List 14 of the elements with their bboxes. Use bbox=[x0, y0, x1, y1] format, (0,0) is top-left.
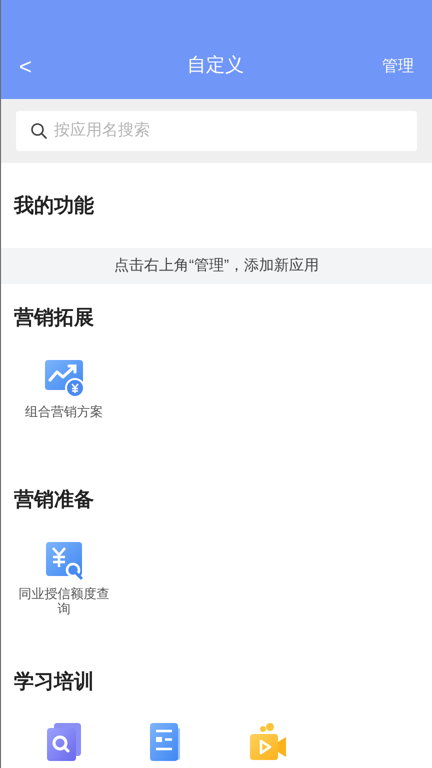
app-label[interactable]: 组合营销方案 bbox=[15, 404, 113, 419]
document-search-icon[interactable] bbox=[44, 722, 84, 762]
video-camera-icon[interactable] bbox=[248, 722, 288, 762]
section-title: 营销准备 bbox=[13, 488, 95, 513]
yuan-search-icon[interactable] bbox=[44, 540, 84, 580]
hint-text: 点击右上角“管理”，添加新应用 bbox=[114, 256, 319, 276]
section-title: 学习培训 bbox=[13, 670, 95, 695]
search-field[interactable]: 按应用名搜索 bbox=[16, 111, 417, 151]
section-title: 我的功能 bbox=[14, 194, 94, 218]
chart-coin-icon[interactable] bbox=[44, 358, 84, 398]
section-title: 营销拓展 bbox=[13, 306, 95, 331]
page-title: 自定义 bbox=[186, 54, 245, 78]
search-icon bbox=[30, 122, 48, 140]
app-label[interactable]: 同业授信额度查询 bbox=[15, 586, 113, 616]
